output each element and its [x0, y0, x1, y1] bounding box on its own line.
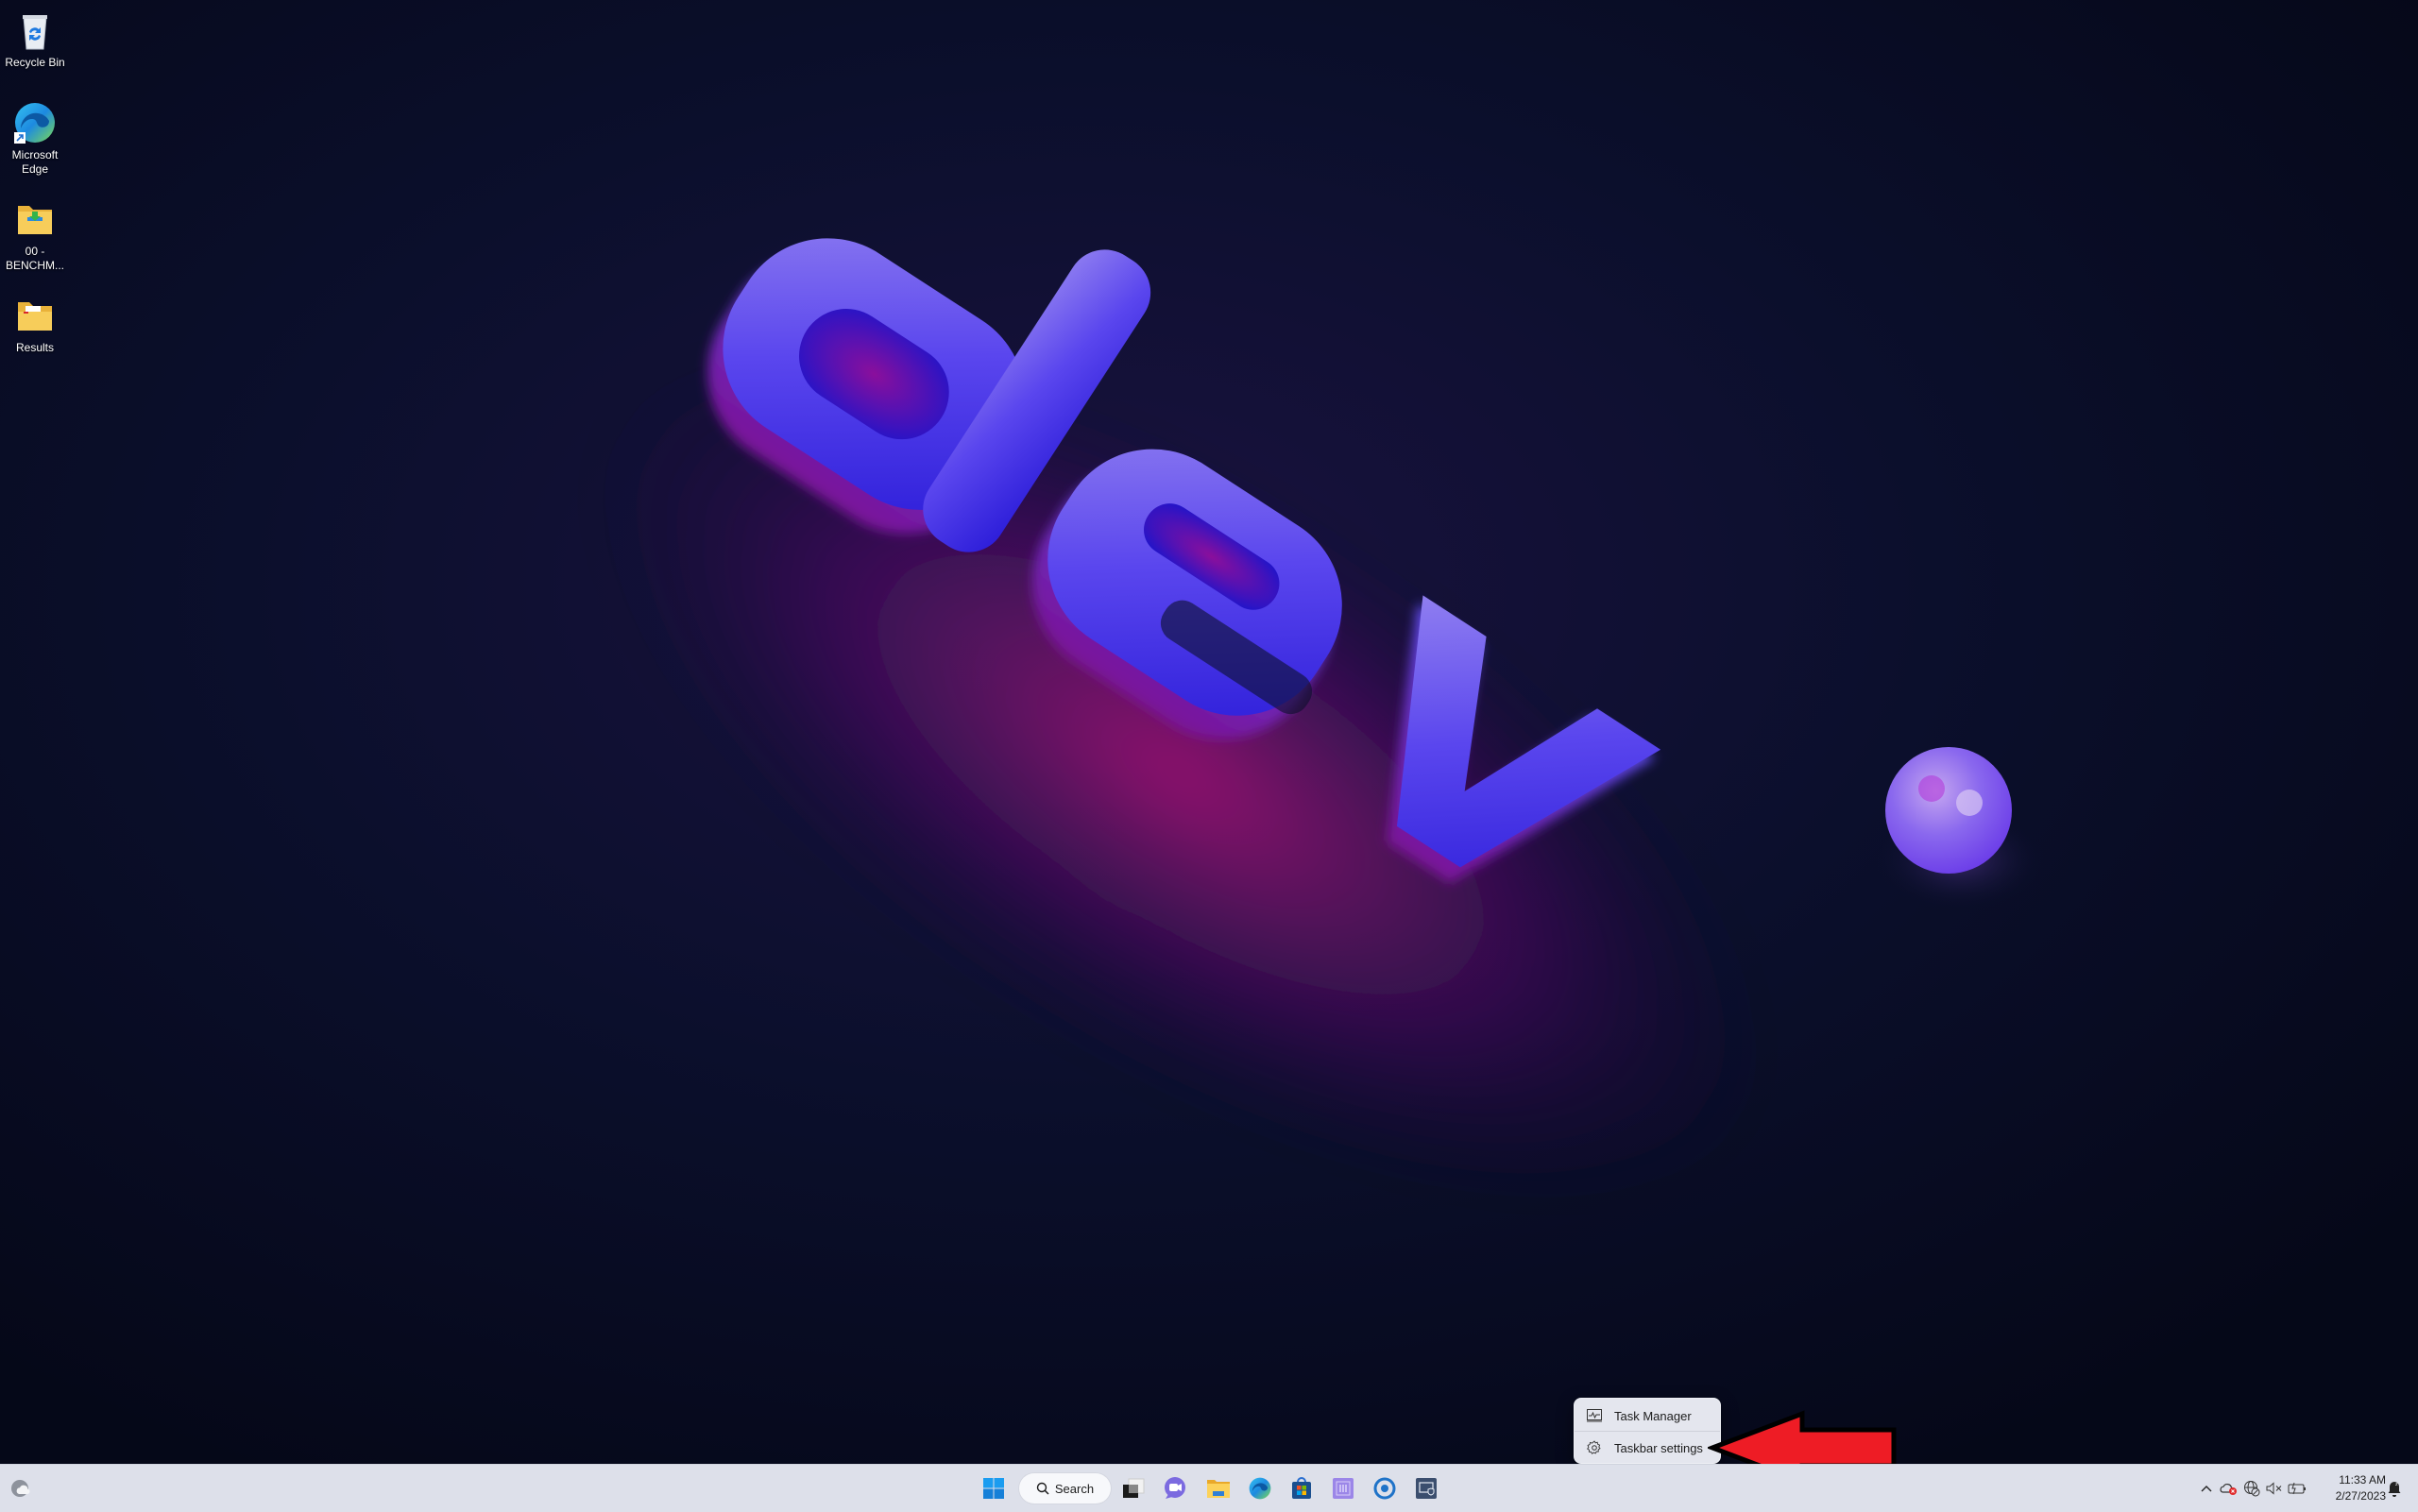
folder-icon	[18, 302, 52, 331]
windows-start-icon	[983, 1478, 1004, 1499]
task-manager-icon	[1586, 1407, 1603, 1424]
gear-icon	[1586, 1439, 1603, 1456]
folder-icon	[18, 206, 52, 234]
menu-item-taskbar-settings[interactable]: Taskbar settings	[1578, 1434, 1716, 1462]
clock-time: 11:33 AM	[2339, 1473, 2386, 1487]
edge-icon	[1249, 1477, 1271, 1500]
file-explorer-icon	[1207, 1480, 1230, 1498]
desktop-wallpaper	[0, 0, 2418, 1464]
search-icon	[1036, 1482, 1049, 1495]
desktop-icon-microsoft-edge[interactable]: Microsoft Edge	[0, 100, 70, 177]
desktop-icon-label: Results	[15, 341, 54, 354]
taskbar: Search 11:33 AM 2/27/2023 z	[0, 1464, 2418, 1512]
edge-icon	[14, 103, 55, 144]
svg-text:z: z	[2395, 1482, 2398, 1487]
menu-item-task-manager[interactable]: Task Manager	[1578, 1402, 1716, 1430]
battery-charging-icon[interactable]	[2286, 1477, 2308, 1500]
desktop-icon-results-folder[interactable]: Results	[0, 293, 70, 355]
search-label: Search	[1054, 1481, 1095, 1496]
teams-chat-icon	[1165, 1477, 1185, 1499]
desktop-icon-label: 00 - BENCHM...	[5, 245, 64, 272]
chevron-up-icon[interactable]	[2195, 1477, 2218, 1500]
weather-icon	[11, 1480, 30, 1497]
menu-separator	[1575, 1431, 1720, 1432]
taskbar-context-menu: Task Manager Taskbar settings	[1574, 1398, 1721, 1464]
circle-app-icon	[1373, 1477, 1396, 1500]
focus-bell-icon: z	[2388, 1482, 2401, 1497]
taskbar-clock[interactable]: 11:33 AM 2/27/2023	[2314, 1472, 2386, 1504]
desktop-icon-benchmark-folder[interactable]: 00 - BENCHM...	[0, 196, 70, 273]
purple-app-icon	[1333, 1478, 1354, 1499]
desktop-icon-label: Recycle Bin	[5, 56, 65, 69]
task-view-icon	[1123, 1478, 1145, 1498]
taskbar-search-box[interactable]: Search	[1019, 1473, 1111, 1504]
taskbar-app-microsoft-store[interactable]	[1283, 1470, 1320, 1507]
taskbar-app-chat[interactable]	[1156, 1470, 1194, 1507]
volume-muted-icon[interactable]	[2263, 1477, 2286, 1500]
desktop-icon-recycle-bin[interactable]: Recycle Bin	[0, 8, 70, 70]
remote-security-icon	[1416, 1478, 1437, 1499]
onedrive-error-icon[interactable]	[2218, 1477, 2240, 1500]
store-icon	[1292, 1477, 1311, 1499]
start-button[interactable]	[975, 1470, 1013, 1507]
notification-center-button[interactable]: z	[2380, 1470, 2409, 1507]
system-tray	[2195, 1465, 2308, 1512]
taskbar-app-circle[interactable]	[1366, 1470, 1404, 1507]
clock-date: 2/27/2023	[2335, 1489, 2386, 1503]
menu-item-label: Task Manager	[1614, 1408, 1692, 1423]
network-no-internet-icon[interactable]	[2240, 1477, 2263, 1500]
widgets-button[interactable]	[2, 1470, 40, 1507]
wallpaper-orb	[1885, 747, 2012, 874]
taskbar-app-file-explorer[interactable]	[1200, 1470, 1237, 1507]
recycle-bin-icon	[23, 15, 47, 50]
desktop-icon-label: Microsoft Edge	[11, 148, 59, 176]
taskbar-app-remote-security[interactable]	[1407, 1470, 1445, 1507]
taskbar-app-purple[interactable]	[1324, 1470, 1362, 1507]
menu-item-label: Taskbar settings	[1614, 1440, 1703, 1455]
taskbar-app-microsoft-edge[interactable]	[1241, 1470, 1279, 1507]
taskbar-app-task-view[interactable]	[1115, 1470, 1152, 1507]
